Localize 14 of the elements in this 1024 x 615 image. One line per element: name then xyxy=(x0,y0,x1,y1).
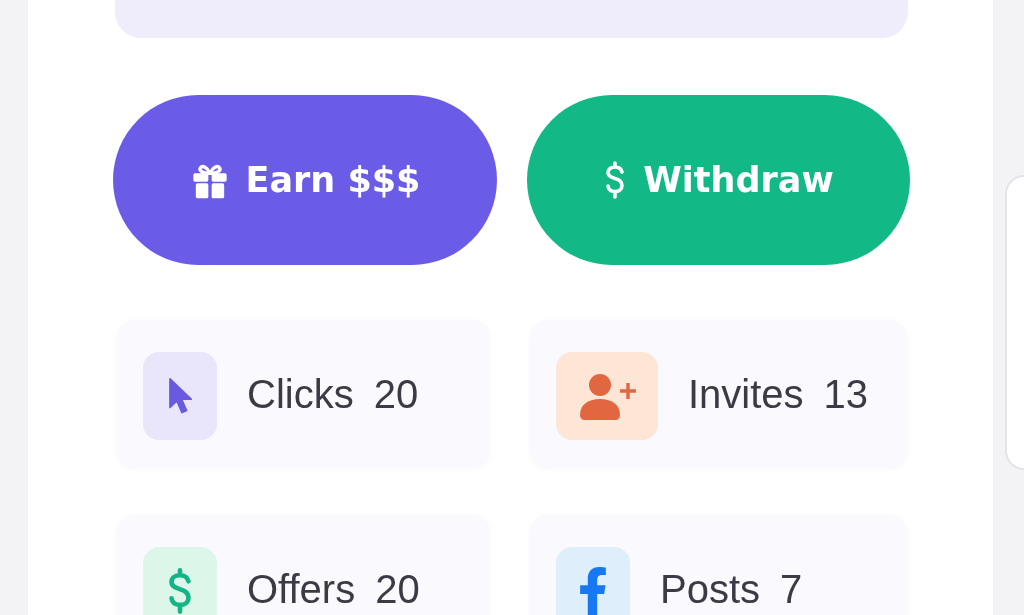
stat-value: 20 xyxy=(373,374,419,414)
stat-value: 20 xyxy=(375,569,420,609)
stat-value: 13 xyxy=(823,374,869,414)
dollar-icon xyxy=(143,547,217,615)
stat-label: Invites xyxy=(688,374,804,414)
cursor-icon xyxy=(143,352,217,440)
stat-label: Clicks xyxy=(247,374,354,414)
stat-label: Posts xyxy=(660,569,761,609)
add-user-icon xyxy=(556,352,658,440)
stat-value: 7 xyxy=(780,569,803,609)
earn-button[interactable]: Earn $$$ xyxy=(113,95,497,265)
stat-label: Offers xyxy=(247,569,356,609)
facebook-icon xyxy=(556,547,630,615)
withdraw-button[interactable]: Withdraw xyxy=(527,95,910,265)
